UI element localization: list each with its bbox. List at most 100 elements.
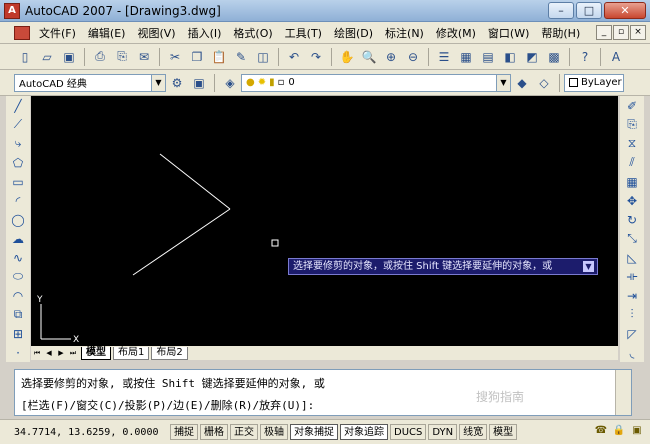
- workspace-combo[interactable]: AutoCAD 经典 ▼: [14, 73, 166, 92]
- autocad-app-icon[interactable]: A: [4, 3, 20, 19]
- menu-help[interactable]: 帮助(H): [535, 25, 586, 41]
- construction-line-icon[interactable]: ⟋: [8, 115, 28, 134]
- command-prompt-line[interactable]: [栏选(F)/窗交(C)/投影(P)/边(E)/删除(R)/放弃(U)]:: [21, 397, 314, 413]
- redo-icon[interactable]: ↷: [307, 48, 325, 66]
- ortho-toggle[interactable]: 正交: [230, 424, 258, 440]
- ellipse-arc-icon[interactable]: ◠: [8, 286, 28, 305]
- copy-object-icon[interactable]: ⎘: [622, 115, 642, 134]
- trim-icon[interactable]: ⟛: [622, 267, 642, 286]
- block-editor-icon[interactable]: ◫: [254, 48, 272, 66]
- ellipse-icon[interactable]: ⬭: [8, 267, 28, 286]
- last-tab-icon[interactable]: ⏭: [67, 348, 79, 359]
- chevron-down-icon[interactable]: ▼: [496, 74, 510, 91]
- array-icon[interactable]: ▦: [622, 172, 642, 191]
- layer-combo[interactable]: ● ✹ ▮ ▫ 0 ▼: [241, 73, 511, 92]
- rotate-icon[interactable]: ↻: [622, 210, 642, 229]
- close-button[interactable]: ✕: [604, 2, 646, 19]
- menu-insert[interactable]: 插入(I): [182, 25, 228, 41]
- doc-minimize-button[interactable]: _: [596, 25, 612, 40]
- fillet-icon[interactable]: ◟: [622, 343, 642, 362]
- layer-manager-icon[interactable]: ◈: [221, 74, 239, 92]
- properties-icon[interactable]: ☰: [435, 48, 453, 66]
- text-style-icon[interactable]: A: [607, 48, 625, 66]
- spline-icon[interactable]: ∿: [8, 248, 28, 267]
- help-icon[interactable]: ?: [576, 48, 594, 66]
- first-tab-icon[interactable]: ⏮: [31, 348, 43, 359]
- mirror-icon[interactable]: ⧖: [622, 134, 642, 153]
- osnap-toggle[interactable]: 对象捕捉: [290, 424, 338, 440]
- arrow-down-icon[interactable]: ▼: [583, 261, 594, 272]
- menu-dimension[interactable]: 标注(N): [379, 25, 430, 41]
- lock-icon[interactable]: 🔒: [612, 424, 626, 438]
- polyline-icon[interactable]: ⤷: [8, 134, 28, 153]
- drawn-line-upper[interactable]: [159, 153, 231, 210]
- doc-close-button[interactable]: ×: [630, 25, 646, 40]
- plot-preview-icon[interactable]: ⎘: [113, 48, 131, 66]
- model-toggle[interactable]: 模型: [489, 424, 518, 440]
- line-icon[interactable]: ╱: [8, 96, 28, 115]
- pan-icon[interactable]: ✋: [338, 48, 356, 66]
- menu-file[interactable]: 文件(F): [33, 25, 82, 41]
- break-icon[interactable]: ⫶: [622, 305, 642, 324]
- stretch-icon[interactable]: ◺: [622, 248, 642, 267]
- copy-icon[interactable]: ❐: [188, 48, 206, 66]
- communication-center-icon[interactable]: ☎: [594, 424, 608, 438]
- layer-previous-icon[interactable]: ◇: [535, 74, 553, 92]
- chamfer-icon[interactable]: ◸: [622, 324, 642, 343]
- prev-tab-icon[interactable]: ◀: [43, 348, 55, 359]
- arc-icon[interactable]: ◜: [8, 191, 28, 210]
- undo-icon[interactable]: ↶: [285, 48, 303, 66]
- insert-block-icon[interactable]: ⧉: [8, 305, 28, 324]
- cut-icon[interactable]: ✂: [166, 48, 184, 66]
- save-icon[interactable]: ▣: [60, 48, 78, 66]
- tool-palettes-icon[interactable]: ▤: [479, 48, 497, 66]
- erase-icon[interactable]: ✐: [622, 96, 642, 115]
- match-properties-icon[interactable]: ✎: [232, 48, 250, 66]
- doc-restore-button[interactable]: ▫: [613, 25, 629, 40]
- tab-layout2[interactable]: 布局2: [151, 346, 188, 360]
- menu-window[interactable]: 窗口(W): [482, 25, 535, 41]
- color-combo[interactable]: ByLayer: [564, 73, 624, 92]
- polygon-icon[interactable]: ⬠: [8, 153, 28, 172]
- workspace-settings-icon[interactable]: ⚙: [168, 74, 186, 92]
- rectangle-icon[interactable]: ▭: [8, 172, 28, 191]
- open-icon[interactable]: ▱: [38, 48, 56, 66]
- chevron-down-icon[interactable]: ▼: [151, 74, 165, 91]
- clean-screen-icon[interactable]: ▣: [630, 424, 644, 438]
- zoom-previous-icon[interactable]: ⊖: [404, 48, 422, 66]
- make-current-icon[interactable]: ◆: [513, 74, 531, 92]
- make-block-icon[interactable]: ⊞: [8, 324, 28, 343]
- extend-icon[interactable]: ⇥: [622, 286, 642, 305]
- command-window[interactable]: 选择要修剪的对象, 或按住 Shift 键选择要延伸的对象, 或 [栏选(F)/…: [14, 369, 632, 416]
- move-icon[interactable]: ✥: [622, 191, 642, 210]
- menu-tools[interactable]: 工具(T): [279, 25, 328, 41]
- grid-toggle[interactable]: 栅格: [200, 424, 228, 440]
- menu-draw[interactable]: 绘图(D): [328, 25, 379, 41]
- offset-icon[interactable]: ⫽: [622, 153, 642, 172]
- menu-format[interactable]: 格式(O): [227, 25, 278, 41]
- drawn-line-lower[interactable]: [132, 208, 231, 276]
- next-tab-icon[interactable]: ▶: [55, 348, 67, 359]
- ducs-toggle[interactable]: DUCS: [390, 424, 427, 440]
- plot-icon[interactable]: ⎙: [91, 48, 109, 66]
- menu-modify[interactable]: 修改(M): [430, 25, 482, 41]
- tab-model[interactable]: 模型: [81, 346, 111, 360]
- paste-icon[interactable]: 📋: [210, 48, 228, 66]
- point-icon[interactable]: ·: [8, 343, 28, 362]
- maximize-button[interactable]: □: [576, 2, 602, 19]
- menu-edit[interactable]: 编辑(E): [82, 25, 132, 41]
- scale-icon[interactable]: ⤡: [622, 229, 642, 248]
- tab-layout1[interactable]: 布局1: [113, 346, 150, 360]
- polar-toggle[interactable]: 极轴: [260, 424, 288, 440]
- design-center-icon[interactable]: ▦: [457, 48, 475, 66]
- lineweight-toggle[interactable]: 线宽: [459, 424, 488, 440]
- menu-view[interactable]: 视图(V): [131, 25, 181, 41]
- publish-icon[interactable]: ✉: [135, 48, 153, 66]
- coordinate-readout[interactable]: 34.7714, 13.6259, 0.0000: [0, 427, 170, 438]
- otrack-toggle[interactable]: 对象追踪: [340, 424, 388, 440]
- dyn-toggle[interactable]: DYN: [428, 424, 458, 440]
- markup-icon[interactable]: ◩: [523, 48, 541, 66]
- document-icon[interactable]: [14, 25, 30, 40]
- sheet-set-icon[interactable]: ◧: [501, 48, 519, 66]
- command-scrollbar[interactable]: [615, 370, 631, 415]
